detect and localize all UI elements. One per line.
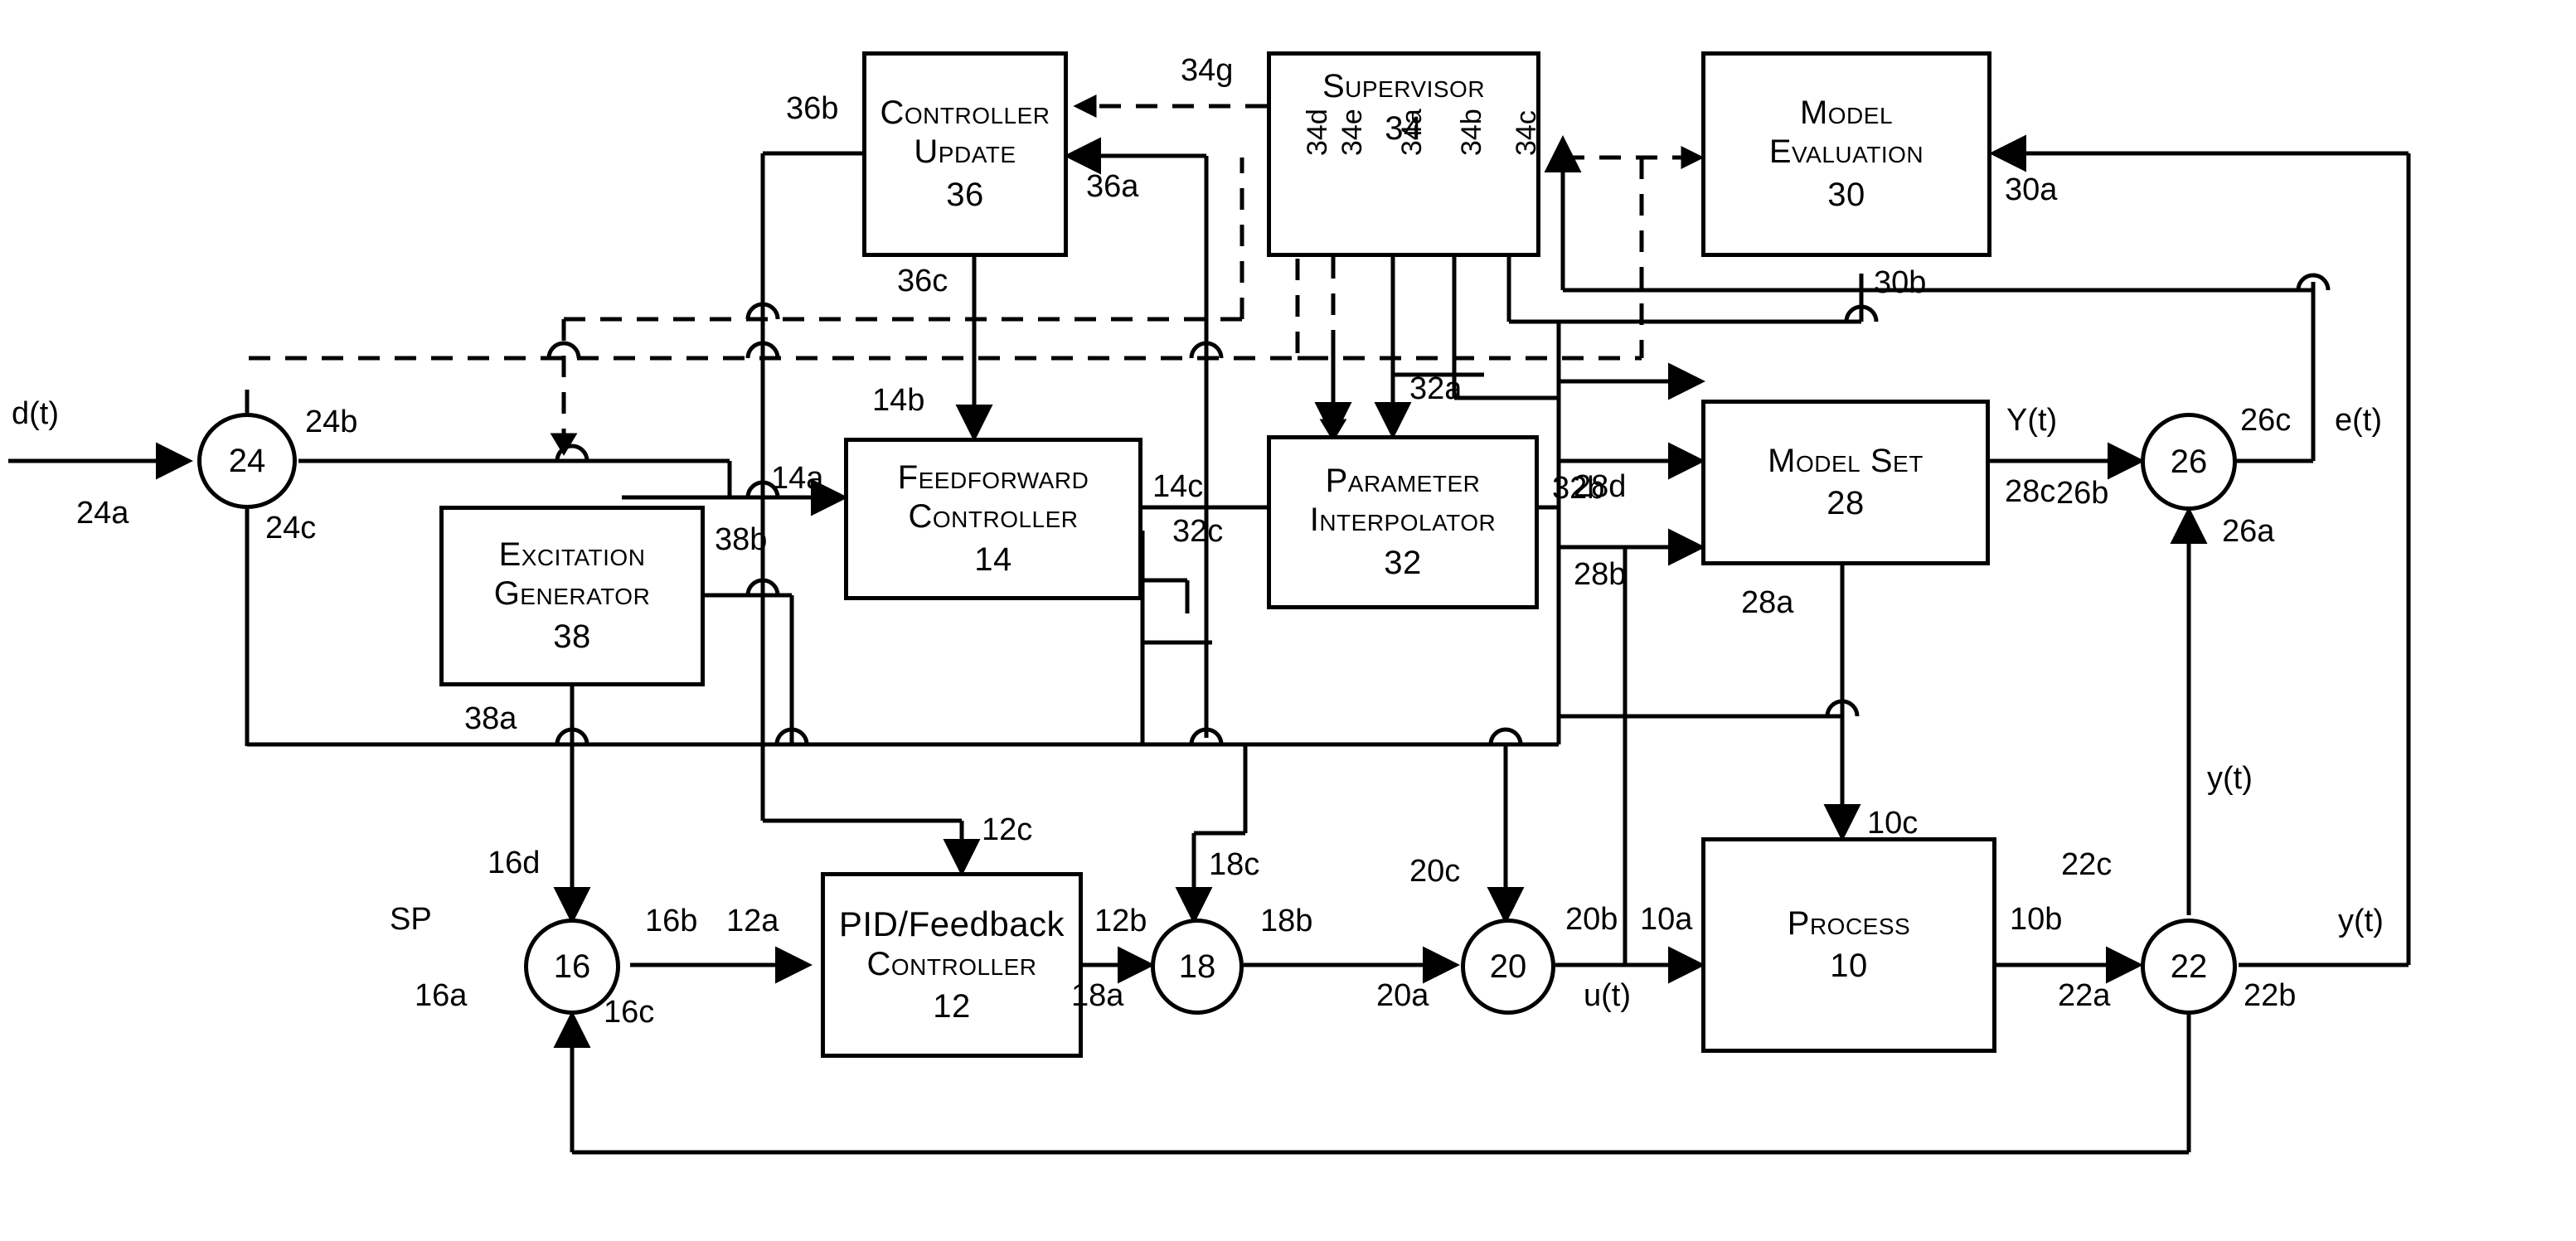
- ref-label-24a: 24a: [76, 496, 129, 531]
- signal-label-ut: u(t): [1584, 978, 1631, 1013]
- block-feedforward-line1: Feedforward: [897, 459, 1089, 497]
- ref-label-34b: 34b: [1456, 109, 1487, 156]
- block-feedforward-line2: Controller: [908, 498, 1079, 536]
- ref-label-14c: 14c: [1152, 469, 1204, 504]
- ref-label-30b: 30b: [1874, 265, 1927, 300]
- summing-junction-18-label: 18: [1178, 948, 1216, 985]
- ref-label-34a: 34a: [1396, 109, 1428, 156]
- block-excitation-generator[interactable]: Excitation Generator 38: [439, 506, 705, 686]
- block-feedforward-number: 14: [974, 541, 1012, 578]
- ref-label-28d: 28d: [1574, 469, 1627, 504]
- ref-label-36a: 36a: [1086, 169, 1139, 204]
- summing-junction-18[interactable]: 18: [1151, 919, 1244, 1015]
- ref-label-28a: 28a: [1741, 585, 1794, 620]
- ref-label-18a: 18a: [1071, 978, 1124, 1013]
- ref-label-34d: 34d: [1302, 109, 1333, 156]
- ref-label-28c: 28c: [2005, 474, 2056, 509]
- summing-junction-22[interactable]: 22: [2141, 919, 2237, 1015]
- block-excitation-number: 38: [553, 618, 591, 655]
- ref-label-18c: 18c: [1209, 847, 1260, 882]
- block-pid-number: 12: [933, 987, 971, 1025]
- block-model-evaluation[interactable]: Model Evaluation 30: [1701, 51, 1991, 257]
- ref-label-14a: 14a: [771, 461, 824, 496]
- ref-label-34g: 34g: [1181, 53, 1234, 88]
- block-parameter-interpolator-number: 32: [1384, 544, 1422, 581]
- ref-label-26b: 26b: [2056, 476, 2109, 511]
- ref-label-36c: 36c: [897, 264, 948, 298]
- signal-label-yt-upper: y(t): [2207, 761, 2253, 796]
- ref-label-16c: 16c: [604, 995, 655, 1030]
- block-process-number: 10: [1830, 948, 1868, 984]
- summing-junction-26-label: 26: [2170, 443, 2208, 480]
- ref-label-34c: 34c: [1511, 110, 1542, 156]
- block-pid-feedback-controller[interactable]: PID/Feedback Controller 12: [821, 872, 1083, 1058]
- block-parameter-interpolator-line2: Interpolator: [1309, 502, 1497, 539]
- ref-label-12a: 12a: [726, 904, 779, 938]
- block-pid-line1: PID/Feedback: [838, 904, 1065, 944]
- block-controller-update[interactable]: Controller Update 36: [862, 51, 1068, 257]
- summing-junction-20-label: 20: [1489, 948, 1527, 985]
- ref-label-16a: 16a: [415, 978, 468, 1013]
- ref-label-10b: 10b: [2010, 902, 2063, 937]
- block-controller-update-line2: Update: [914, 133, 1016, 171]
- block-controller-update-line1: Controller: [880, 95, 1050, 132]
- ref-label-38b: 38b: [715, 522, 768, 557]
- ref-label-16d: 16d: [488, 846, 541, 880]
- signal-label-dt: d(t): [12, 396, 59, 431]
- block-model-set-line1: Model Set: [1768, 442, 1924, 479]
- block-excitation-line2: Generator: [493, 575, 651, 613]
- block-model-evaluation-line1: Model: [1799, 95, 1894, 132]
- ref-label-20c: 20c: [1409, 854, 1461, 889]
- block-model-evaluation-number: 30: [1827, 176, 1865, 213]
- block-process[interactable]: Process 10: [1701, 837, 1996, 1053]
- signal-label-sp: SP: [390, 902, 432, 937]
- ref-label-22a: 22a: [2058, 978, 2111, 1013]
- ref-label-30a: 30a: [2005, 172, 2058, 207]
- ref-label-22c: 22c: [2061, 847, 2113, 882]
- ref-label-14b: 14b: [872, 383, 925, 418]
- ref-label-28b: 28b: [1574, 557, 1627, 592]
- ref-label-24b: 24b: [305, 405, 358, 439]
- ref-label-20b: 20b: [1565, 902, 1618, 937]
- signal-label-Yt: Y(t): [2006, 403, 2058, 438]
- block-excitation-line1: Excitation: [498, 536, 646, 574]
- block-process-line1: Process: [1787, 904, 1911, 942]
- ref-label-12c: 12c: [982, 812, 1033, 847]
- ref-label-32a: 32a: [1409, 371, 1463, 406]
- block-pid-line2: Controller: [866, 945, 1037, 982]
- summing-junction-16-label: 16: [553, 948, 591, 985]
- ref-label-12b: 12b: [1094, 904, 1147, 938]
- block-model-evaluation-line2: Evaluation: [1768, 133, 1924, 171]
- ref-label-22b: 22b: [2244, 978, 2297, 1013]
- block-feedforward-controller[interactable]: Feedforward Controller 14: [844, 438, 1142, 600]
- block-model-set-number: 28: [1826, 485, 1865, 521]
- signal-label-yt-lower: y(t): [2338, 904, 2384, 938]
- block-parameter-interpolator-line1: Parameter: [1325, 463, 1481, 500]
- summing-junction-24[interactable]: 24: [197, 413, 297, 509]
- block-controller-update-number: 36: [946, 176, 984, 213]
- ref-label-32c: 32c: [1172, 514, 1224, 549]
- ref-label-18b: 18b: [1260, 904, 1313, 938]
- block-supervisor-line1: Supervisor: [1322, 68, 1486, 104]
- ref-label-34e: 34e: [1337, 109, 1368, 156]
- summing-junction-20[interactable]: 20: [1461, 919, 1555, 1015]
- ref-label-36b: 36b: [786, 91, 839, 126]
- summing-junction-26[interactable]: 26: [2141, 413, 2237, 511]
- block-model-set[interactable]: Model Set 28: [1701, 400, 1990, 565]
- ref-label-10c: 10c: [1867, 806, 1919, 841]
- diagram-canvas: Controller Update 36 Supervisor 34 Model…: [0, 0, 2576, 1241]
- ref-label-26c: 26c: [2240, 403, 2292, 438]
- summing-junction-22-label: 22: [2170, 948, 2208, 985]
- signal-label-et: e(t): [2335, 403, 2382, 438]
- block-parameter-interpolator[interactable]: Parameter Interpolator 32: [1267, 435, 1539, 609]
- ref-label-26a: 26a: [2222, 514, 2275, 549]
- ref-label-16b: 16b: [645, 904, 698, 938]
- ref-label-10a: 10a: [1640, 902, 1693, 937]
- ref-label-24c: 24c: [265, 511, 317, 545]
- ref-label-20a: 20a: [1376, 978, 1429, 1013]
- ref-label-38a: 38a: [464, 701, 517, 736]
- summing-junction-24-label: 24: [228, 442, 266, 479]
